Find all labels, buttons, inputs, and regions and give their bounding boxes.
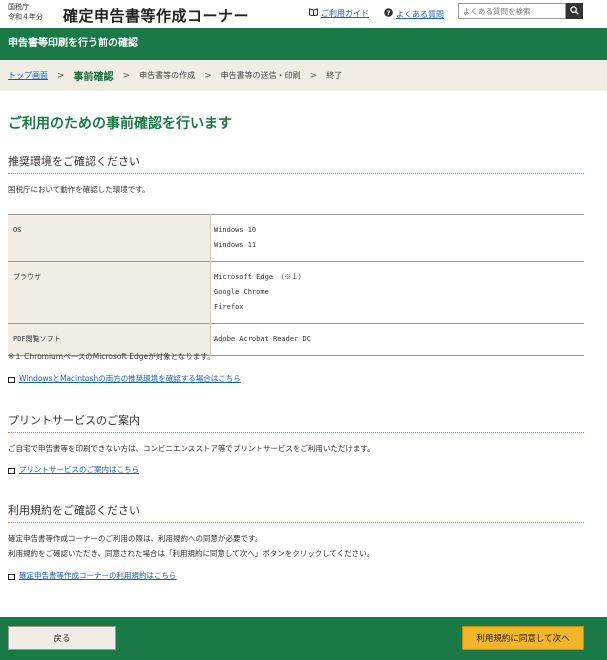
section-divider [8, 522, 584, 523]
breadcrumb-step: 申告書等の送信・印刷 [220, 71, 301, 80]
env-table: OS Windows 10 Windows 11 ブラウザ Microsoft … [8, 214, 584, 356]
terms-section-title: 利用規約をご確認ください [8, 504, 140, 517]
agency-block: 国税庁 令和４年分 [8, 2, 43, 22]
breadcrumb: トップ画面 > 事前確認 > 申告書等の作成 > 申告書等の送信・印刷 > 終了 [0, 60, 607, 91]
faq-link[interactable]: ? よくある質問 [384, 8, 444, 20]
terms-link-label: 確定申告書等作成コーナーの利用規約はこちら [19, 571, 177, 580]
breadcrumb-separator: > [122, 70, 131, 81]
site-header: 国税庁 令和４年分 確定申告書等作成コーナー ご利用ガイド ? よくある質問 [0, 0, 607, 28]
env-detail-link[interactable]: WindowsとMacintoshの両方の推奨環境を確認する場合はこちら [8, 373, 241, 384]
terms-link[interactable]: 確定申告書等作成コーナーの利用規約はこちら [8, 570, 177, 581]
breadcrumb-separator: > [309, 70, 318, 81]
env-label-os: OS [8, 214, 211, 262]
table-row: ブラウザ Microsoft Edge （※１） Google Chrome F… [8, 261, 584, 324]
env-value-browser: Microsoft Edge （※１） Google Chrome Firefo… [210, 261, 584, 324]
breadcrumb-step: 終了 [326, 71, 343, 80]
env-value-os: Windows 10 Windows 11 [210, 214, 584, 262]
table-row: OS Windows 10 Windows 11 [8, 214, 584, 262]
search-icon [570, 5, 579, 17]
search-button[interactable] [566, 3, 583, 19]
env-value-pdf: Adobe Acrobat Reader DC [210, 323, 584, 356]
window-icon [8, 467, 15, 474]
guide-link-label: ご利用ガイド [321, 9, 369, 18]
breadcrumb-separator: > [57, 70, 65, 81]
agency-name: 国税庁 [8, 3, 29, 11]
footer-bar: 戻る 利用規約に同意して次へ [0, 617, 607, 660]
breadcrumb-separator: > [204, 70, 212, 81]
window-icon [8, 573, 15, 580]
agree-next-button[interactable]: 利用規約に同意して次へ [462, 626, 584, 650]
env-intro: 国税庁において動作を確認した環境です。 [8, 185, 150, 194]
agree-next-button-label: 利用規約に同意して次へ [476, 634, 570, 644]
page-title: ご利用のための事前確認を行います [8, 116, 232, 132]
print-section-title: プリントサービスのご案内 [8, 414, 140, 427]
env-detail-link-label: WindowsとMacintoshの両方の推奨環境を確認する場合はこちら [19, 374, 241, 383]
window-icon [8, 376, 15, 383]
faq-link-label: よくある質問 [396, 9, 444, 19]
section-divider [8, 432, 584, 433]
guide-link[interactable]: ご利用ガイド [309, 8, 369, 19]
terms-text-1: 確定申告書等作成コーナーのご利用の際は、利用規約への同意が必要です。 [8, 534, 263, 543]
band-title: 申告書等印刷を行う前の確認 [8, 38, 138, 49]
breadcrumb-top[interactable]: トップ画面 [8, 70, 48, 81]
era-year: 令和４年分 [8, 13, 43, 21]
book-icon [309, 8, 318, 19]
svg-text:?: ? [387, 9, 391, 17]
back-button[interactable]: 戻る [8, 626, 116, 650]
env-note: ※１ ChromiumベースのMicrosoft Edgeが対象となります。 [8, 352, 215, 361]
print-service-link[interactable]: プリントサービスのご案内はこちら [8, 464, 139, 475]
print-text: ご自宅で申告書等を印刷できない方は、コンビニエンスストア等でプリントサービスをご… [8, 444, 375, 453]
breadcrumb-current: 事前確認 [73, 72, 114, 83]
print-service-link-label: プリントサービスのご案内はこちら [19, 465, 139, 474]
question-circle-icon: ? [384, 8, 393, 20]
faq-search-input[interactable] [458, 3, 566, 19]
page-band: 申告書等印刷を行う前の確認 [0, 28, 607, 60]
breadcrumb-step: 申告書等の作成 [139, 71, 196, 80]
app-title[interactable]: 確定申告書等作成コーナー [63, 5, 249, 26]
section-divider [8, 173, 584, 174]
env-section-title: 推奨環境をご確認ください [8, 155, 140, 168]
back-button-label: 戻る [53, 634, 71, 644]
terms-text-2: 利用規約をご確認いただき、同意された場合は「利用規約に同意して次へ」ボタンをクリ… [8, 549, 375, 558]
env-label-browser: ブラウザ [8, 261, 211, 324]
